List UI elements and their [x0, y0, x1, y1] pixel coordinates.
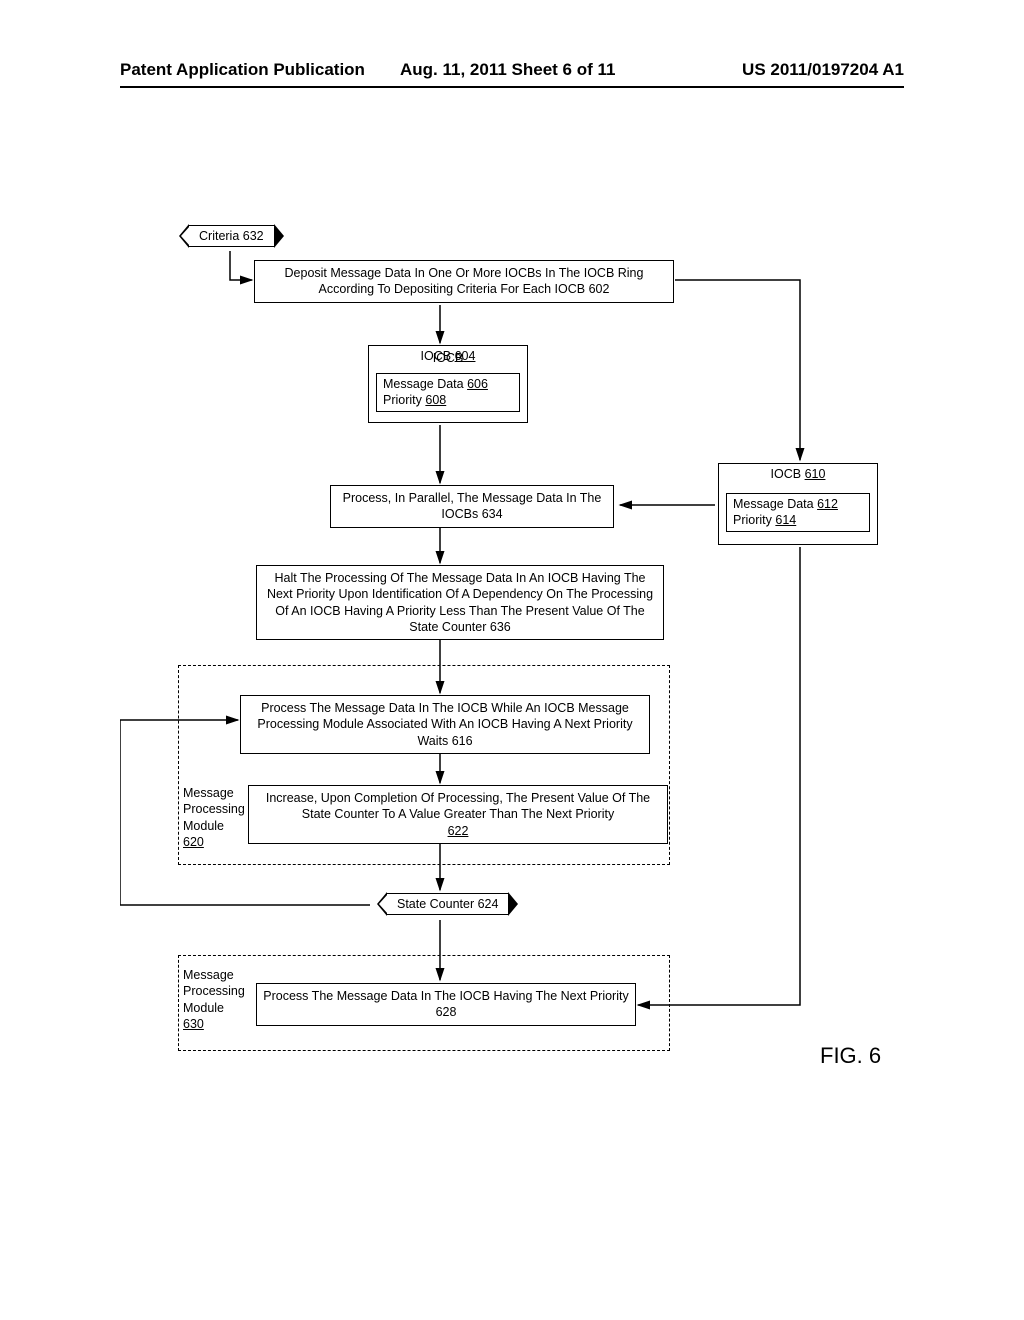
module-630-label: MessageProcessingModule630 [183, 967, 245, 1032]
iocb604-inner: Message Data 606 Priority 608 [376, 373, 520, 412]
iocb610-titlewrap: IOCB 610 [718, 463, 878, 481]
page-header: Patent Application Publication Aug. 11, … [120, 82, 904, 88]
halt-box: Halt The Processing Of The Message Data … [256, 565, 664, 640]
process-parallel-text: Process, In Parallel, The Message Data I… [343, 491, 602, 521]
module-620-label: MessageProcessingModule620 [183, 785, 245, 850]
criteria-tag: Criteria 632 [188, 225, 275, 247]
process-while-text: Process The Message Data In The IOCB Whi… [257, 701, 632, 748]
header-right: US 2011/0197204 A1 [742, 60, 904, 80]
process-next-text: Process The Message Data In The IOCB Hav… [263, 989, 628, 1019]
process-next-box: Process The Message Data In The IOCB Hav… [256, 983, 636, 1026]
figure-label: FIG. 6 [820, 1043, 881, 1069]
iocb604-titlewrap: IOCB 604 [368, 345, 528, 363]
increase-box: Increase, Upon Completion Of Processing,… [248, 785, 668, 844]
criteria-label: Criteria 632 [199, 229, 264, 243]
iocb610-inner: Message Data 612 Priority 614 [726, 493, 870, 532]
state-counter-label: State Counter 624 [397, 897, 498, 911]
flowchart-diagram: Criteria 632 Deposit Message Data In One… [120, 225, 904, 1095]
process-parallel-box: Process, In Parallel, The Message Data I… [330, 485, 614, 528]
process-while-box: Process The Message Data In The IOCB Whi… [240, 695, 650, 754]
header-middle: Aug. 11, 2011 Sheet 6 of 11 [400, 60, 615, 80]
header-left: Patent Application Publication [120, 60, 365, 80]
deposit-box: Deposit Message Data In One Or More IOCB… [254, 260, 674, 303]
increase-text: Increase, Upon Completion Of Processing,… [266, 791, 650, 821]
page: Patent Application Publication Aug. 11, … [0, 0, 1024, 1320]
deposit-text: Deposit Message Data In One Or More IOCB… [285, 266, 644, 296]
halt-text: Halt The Processing Of The Message Data … [267, 571, 653, 634]
increase-num: 622 [448, 824, 469, 838]
state-counter-tag: State Counter 624 [386, 893, 509, 915]
